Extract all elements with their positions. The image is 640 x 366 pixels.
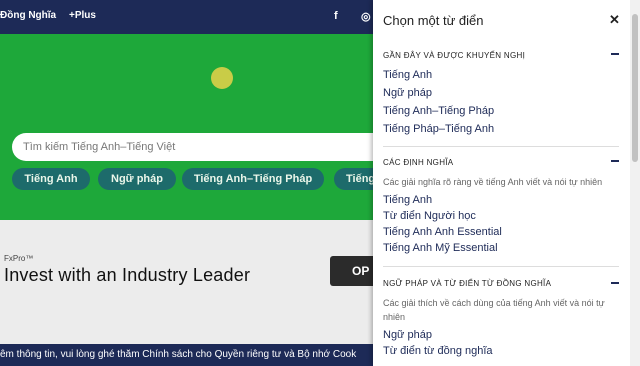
collapse-icon[interactable]	[611, 53, 619, 55]
nav-link-synonyms[interactable]: Đồng Nghĩa	[0, 10, 56, 21]
dict-link-english[interactable]: Tiếng Anh	[383, 69, 432, 81]
section-description: Các giải thích về cách dùng của tiếng An…	[383, 298, 605, 322]
ad-headline[interactable]: Invest with an Industry Leader	[4, 265, 250, 286]
panel-header: Chọn một từ điển ✕	[373, 0, 640, 40]
dict-link-french-english[interactable]: Tiếng Pháp–Tiếng Anh	[383, 123, 494, 135]
section-title-recent: GẦN ĐÂY VÀ ĐƯỢC KHUYẾN NGHỊ	[383, 51, 526, 60]
section-title-grammar-thesaurus: NGỮ PHÁP VÀ TỪ ĐIỂN TỪ ĐỒNG NGHĨA	[383, 279, 552, 288]
section-title-definitions: CÁC ĐỊNH NGHĨA	[383, 158, 454, 167]
instagram-icon[interactable]: ◎	[361, 10, 371, 23]
pill-english[interactable]: Tiếng Anh	[12, 168, 90, 190]
panel-title: Chọn một từ điển	[383, 13, 484, 28]
dict-link-american-essential[interactable]: Tiếng Anh Mỹ Essential	[383, 242, 498, 254]
dict-link-english-french[interactable]: Tiếng Anh–Tiếng Pháp	[383, 105, 494, 117]
cursor-highlight	[211, 67, 233, 89]
pill-english-french[interactable]: Tiếng Anh–Tiếng Pháp	[182, 168, 324, 190]
pill-grammar[interactable]: Ngữ pháp	[98, 168, 176, 190]
nav-link-plus[interactable]: +Plus	[69, 10, 96, 21]
dict-link-british-essential[interactable]: Tiếng Anh Anh Essential	[383, 226, 502, 238]
close-icon[interactable]: ✕	[609, 12, 620, 28]
dict-link-learner[interactable]: Từ điển Người học	[383, 210, 476, 222]
divider	[383, 146, 619, 147]
search-input[interactable]: Tìm kiếm Tiếng Anh–Tiếng Việt	[12, 133, 432, 161]
facebook-icon[interactable]: f	[334, 10, 338, 22]
collapse-icon[interactable]	[611, 282, 619, 284]
collapse-icon[interactable]	[611, 160, 619, 162]
section-description: Các giải nghĩa rõ ràng về tiếng Anh viết…	[383, 177, 603, 187]
dictionary-panel: Chọn một từ điển ✕ GẦN ĐÂY VÀ ĐƯỢC KHUYẾ…	[373, 0, 640, 366]
ad-brand: FxPro™	[4, 254, 34, 263]
scrollbar-thumb[interactable]	[632, 14, 638, 162]
dict-link-grammar-2[interactable]: Ngữ pháp	[383, 329, 432, 341]
dict-link-thesaurus[interactable]: Từ điển từ đồng nghĩa	[383, 345, 493, 357]
dict-link-grammar[interactable]: Ngữ pháp	[383, 87, 432, 99]
dict-link-english-def[interactable]: Tiếng Anh	[383, 194, 432, 206]
divider	[383, 266, 619, 267]
